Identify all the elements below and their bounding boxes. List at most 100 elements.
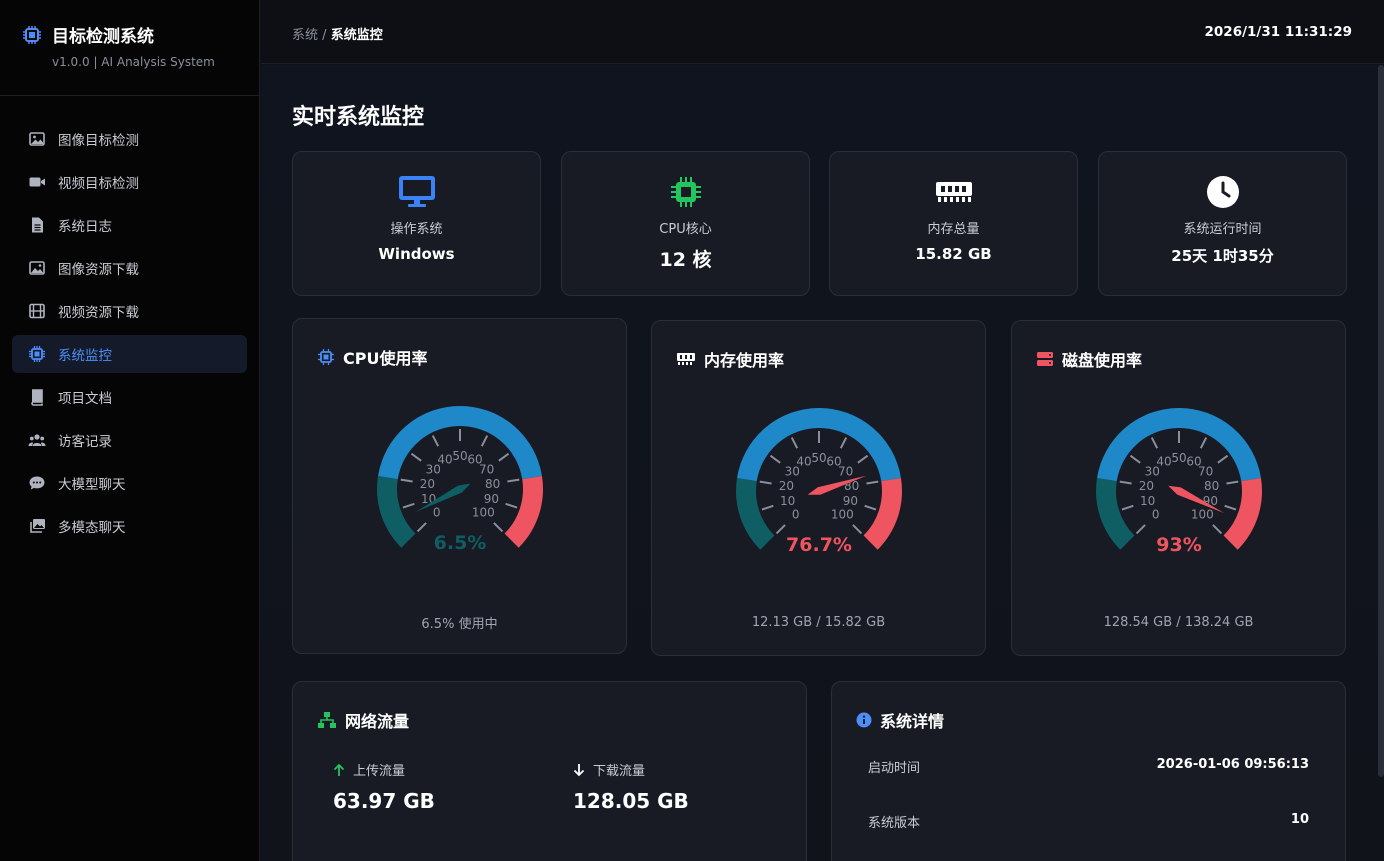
gauge-tick (864, 504, 877, 511)
arrow-up-icon (333, 763, 345, 776)
cpu-gauge: 010203040 50 607080901006.5% (377, 406, 543, 554)
detail-row-boot-time: 启动时间 2026-01-06 09:56:13 (868, 757, 1309, 776)
sidebar-item-system-monitor[interactable]: 系统监控 (12, 335, 247, 373)
gauge-tick-label: 50 (452, 449, 467, 463)
gauge-tick (1119, 480, 1132, 485)
images-icon (29, 261, 45, 275)
gauge-tick (1129, 454, 1141, 464)
gauge-tick (400, 478, 413, 483)
memory-icon (935, 182, 972, 202)
sidebar-item-label: 系统日志 (58, 219, 112, 235)
gauge-tick (790, 437, 799, 449)
breadcrumb-parent[interactable]: 系统 (292, 28, 318, 43)
sidebar-item-image-detection[interactable]: 图像目标检测 (12, 120, 247, 158)
film-icon (29, 303, 45, 319)
header-datetime: 2026/1/31 11:31:29 (1204, 24, 1352, 40)
cpu-usage-footer: 6.5% 使用中 (421, 617, 498, 632)
stat-card-os: 操作系统 Windows (292, 151, 541, 296)
gauge-tick-label: 20 (1139, 479, 1154, 493)
network-icon (318, 712, 336, 728)
gauge-tick (1199, 437, 1208, 449)
gauge-tick-label: 80 (485, 477, 500, 491)
arrow-down-icon (573, 763, 585, 776)
app-title: 目标检测系统 (52, 27, 154, 47)
gauge-tick (1224, 504, 1237, 511)
gauge-tick-label: 70 (479, 463, 494, 477)
sidebar-item-visitors[interactable]: 访客记录 (12, 421, 247, 459)
gauge-tick-label: 90 (843, 494, 858, 508)
memory-usage-footer: 12.13 GB / 15.82 GB (751, 615, 886, 630)
sidebar-item-label: 图像资源下载 (58, 262, 139, 278)
gauge-tick-label: 20 (420, 477, 435, 491)
stat-card-cpu-cores: CPU核心 12 核 (561, 151, 810, 296)
sidebar-item-label: 多模态聊天 (58, 520, 126, 536)
download-value: 128.05 GB (573, 789, 689, 813)
app-subtitle: v1.0.0 | AI Analysis System (52, 55, 215, 69)
chip-icon (670, 177, 701, 207)
sidebar-item-label: 图像目标检测 (58, 133, 139, 149)
gauge-tick-label: 40 (437, 453, 452, 467)
gauge-tick (769, 454, 781, 464)
sidebar-item-label: 访客记录 (58, 434, 112, 450)
top-bar: 系统 / 系统监控 2026/1/31 11:31:29 (261, 0, 1384, 64)
gauge-tick (480, 435, 489, 447)
file-icon (32, 217, 43, 233)
sidebar-item-video-detection[interactable]: 视频目标检测 (12, 163, 247, 201)
gauge-tick (402, 502, 415, 509)
gauge-tick-label: 40 (796, 455, 811, 469)
gauge-tick-label: 40 (1156, 455, 1171, 469)
card-title: 磁盘使用率 (1062, 351, 1143, 370)
upload-value: 63.97 GB (333, 789, 435, 813)
gauge-tick (1150, 437, 1159, 449)
stat-card-uptime: 系统运行时间 25天 1时35分 (1098, 151, 1347, 296)
gauge-band-high (863, 478, 902, 550)
disk-icon (1037, 352, 1053, 366)
chip-icon (29, 346, 45, 362)
gauge-band-mid (378, 406, 542, 480)
gauge-tick (759, 480, 772, 485)
download-label: 下载流量 (593, 764, 646, 779)
upload-traffic: 上传流量 63.97 GB (333, 760, 435, 813)
book-icon (31, 389, 43, 406)
gauge-tick (1217, 454, 1229, 464)
sidebar-item-system-log[interactable]: 系统日志 (12, 206, 247, 244)
sidebar-item-llm-chat[interactable]: 大模型聊天 (12, 464, 247, 502)
disk-usage-card: 磁盘使用率 0 10 20 30 40 50 60 70 80 90 100 93% 128.54 G… (1011, 320, 1346, 656)
breadcrumb-current: 系统监控 (330, 28, 383, 43)
gauge-band-high (504, 476, 543, 548)
gauge-tick (410, 452, 422, 462)
stat-label: 操作系统 (390, 222, 443, 237)
gauge-value: 6.5% (434, 532, 487, 554)
gauge-tick-label: 100 (831, 507, 854, 521)
chip-icon (318, 349, 334, 365)
gauge-tick (1121, 504, 1134, 511)
sidebar-item-multimodal-chat[interactable]: 多模态聊天 (12, 507, 247, 545)
sidebar-item-video-download[interactable]: 视频资源下载 (12, 292, 247, 330)
detail-key: 系统版本 (868, 816, 921, 831)
gauge-tick (507, 478, 520, 483)
gauge-tick (431, 435, 440, 447)
gauge-tick-label: 70 (1198, 465, 1213, 479)
gauge-tick (857, 454, 869, 464)
upload-label: 上传流量 (353, 764, 406, 779)
stat-label: CPU核心 (659, 222, 712, 237)
gauge-tick-label: 10 (1140, 494, 1155, 508)
stat-label: 系统运行时间 (1183, 222, 1262, 237)
scrollbar[interactable] (1378, 65, 1384, 777)
gauge-band-mid (1097, 408, 1261, 482)
gauge-tick (839, 437, 848, 449)
memory-icon (677, 353, 695, 365)
gauge-tick-label: 20 (779, 479, 794, 493)
sidebar-item-label: 视频目标检测 (58, 176, 139, 192)
info-icon (856, 712, 872, 728)
stat-value: Windows (378, 245, 455, 263)
card-title: 内存使用率 (704, 351, 785, 370)
sidebar-item-docs[interactable]: 项目文档 (12, 378, 247, 416)
detail-value: 10 (1290, 812, 1309, 827)
gauge-band-low (1096, 478, 1135, 550)
breadcrumb: 系统 / 系统监控 (292, 24, 383, 43)
sidebar-item-label: 大模型聊天 (58, 477, 126, 493)
stat-value: 25天 1时35分 (1171, 247, 1274, 265)
sidebar-nav: 图像目标检测 视频目标检测 系统日志 图像资源下载 视频资源下载 系统监控 项目… (0, 96, 259, 545)
sidebar-item-image-download[interactable]: 图像资源下载 (12, 249, 247, 287)
